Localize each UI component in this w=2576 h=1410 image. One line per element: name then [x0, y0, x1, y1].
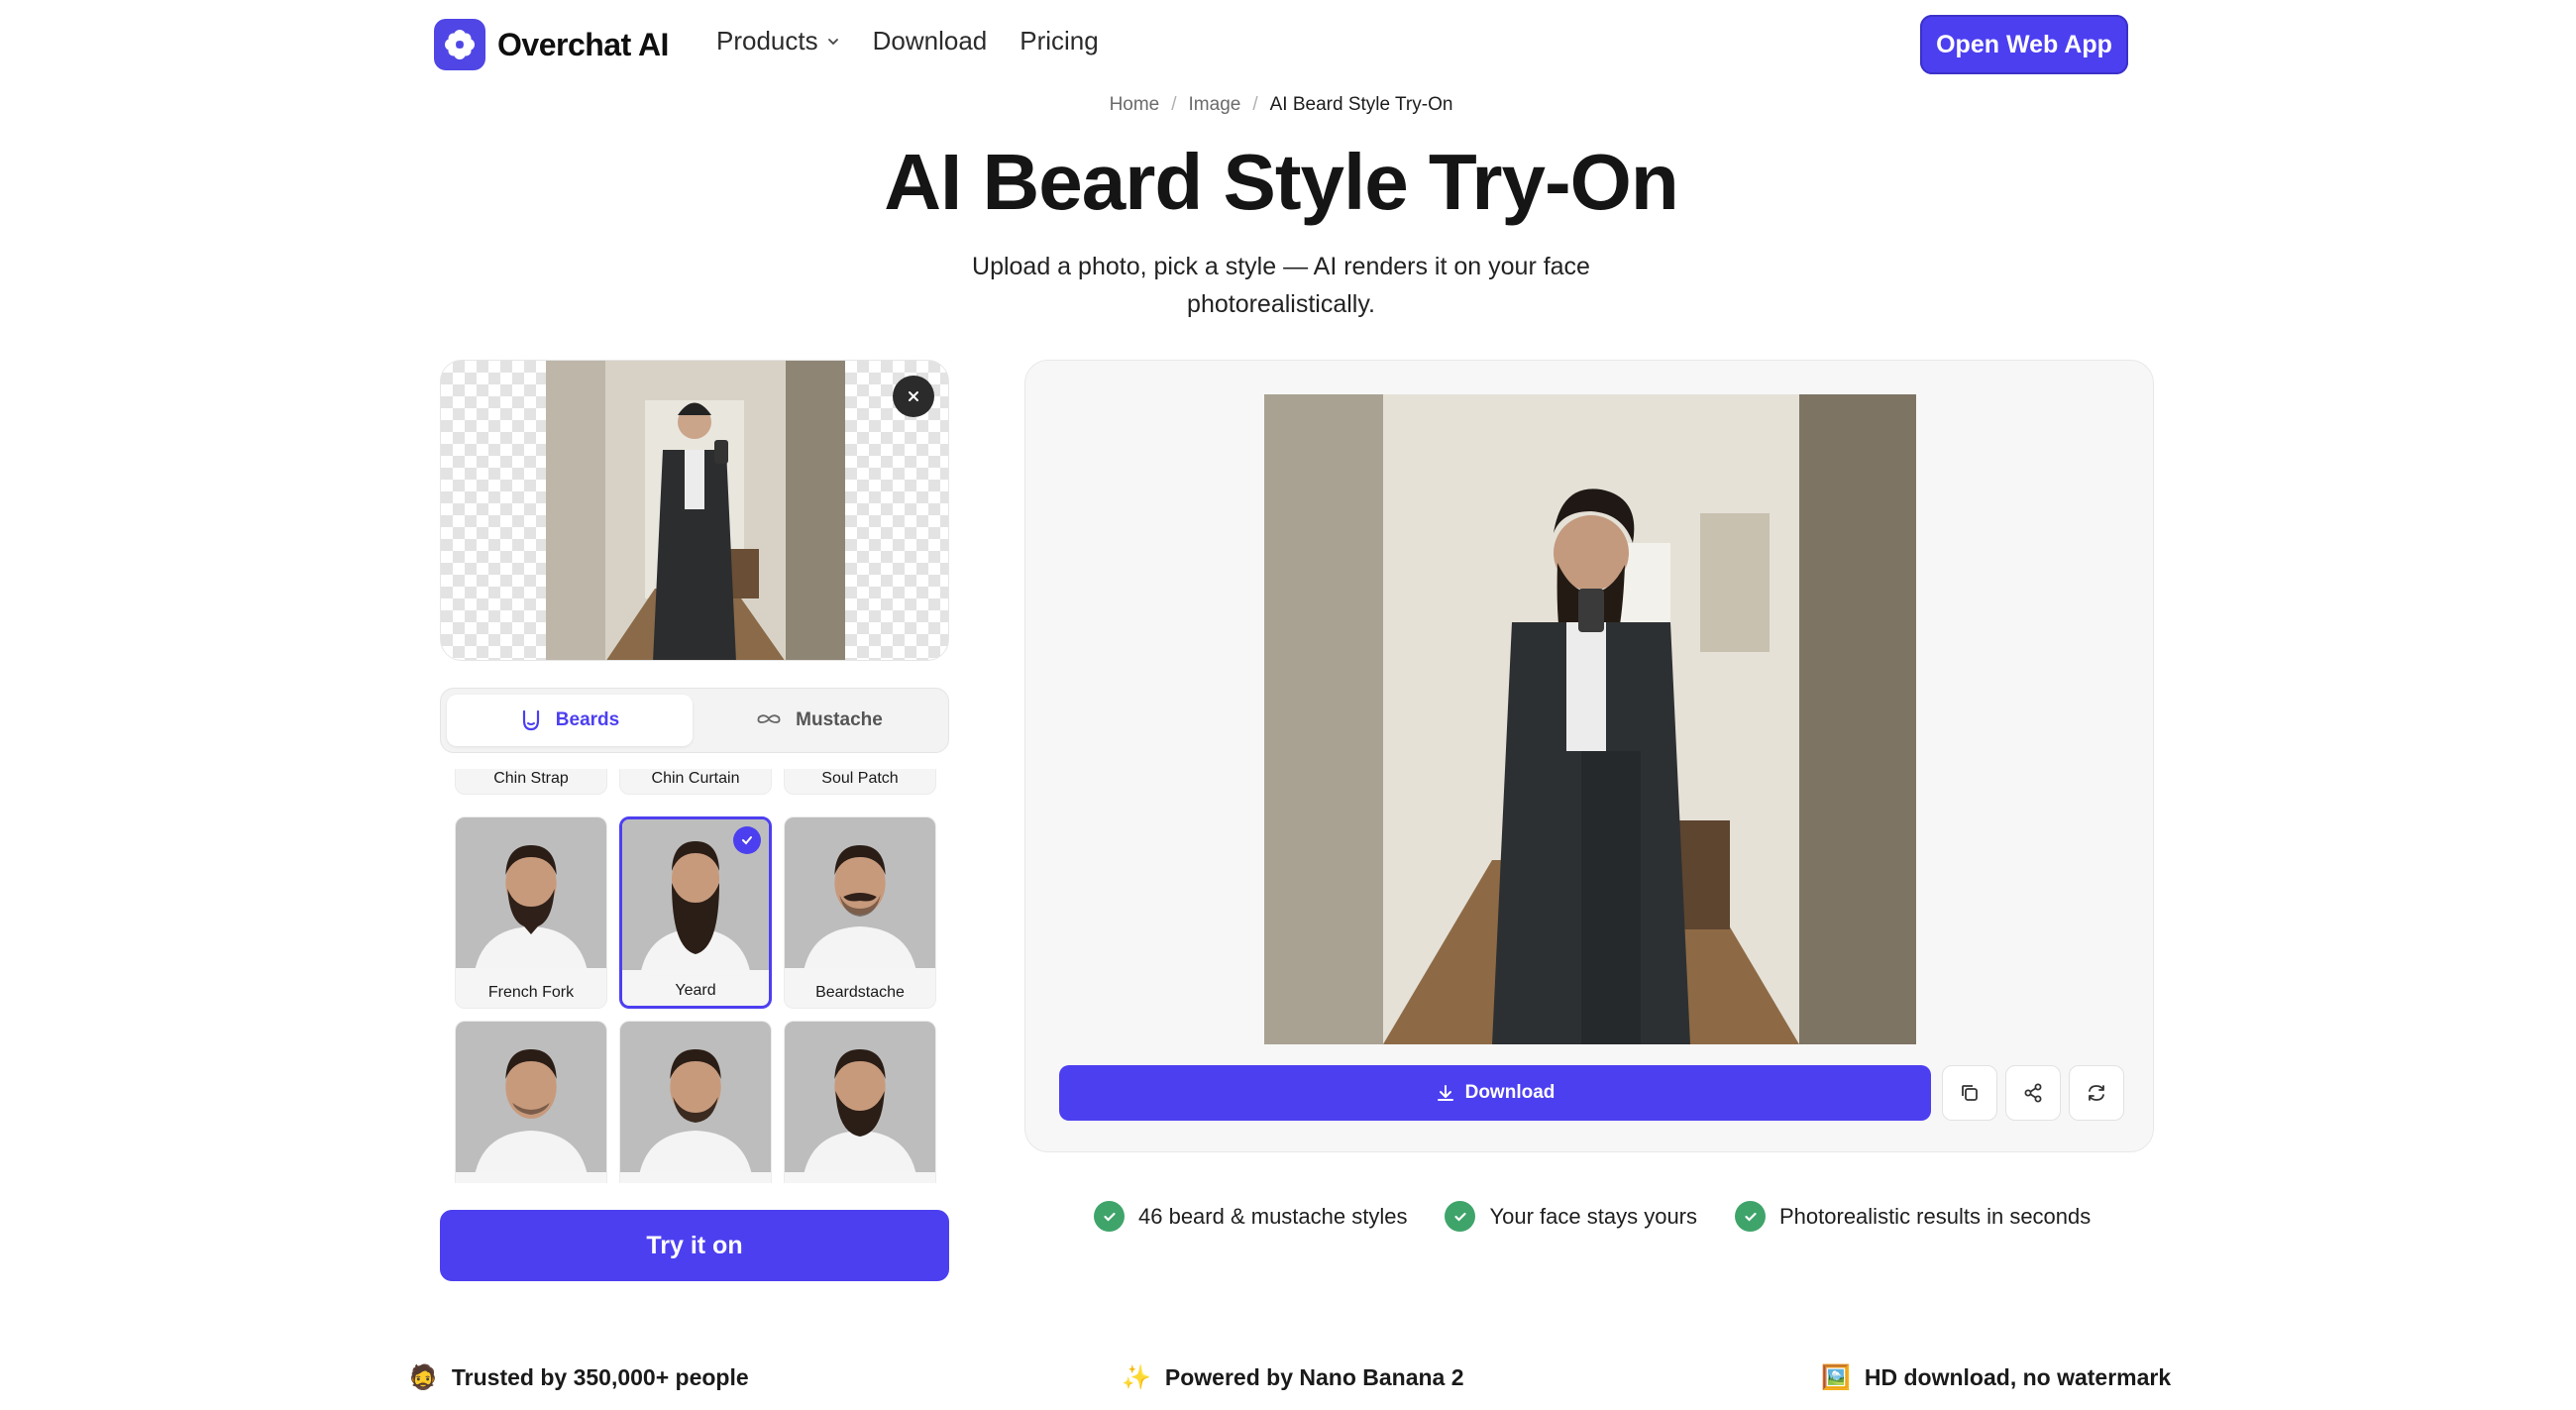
mustache-icon [757, 714, 781, 723]
feature-item: Photorealistic results in seconds [1735, 1201, 2091, 1232]
trust-text: Powered by Nano Banana 2 [1164, 1364, 1464, 1390]
check-circle-icon [1445, 1201, 1476, 1232]
top-nav: Overchat AI Products Download Pricing Op… [0, 0, 2576, 89]
breadcrumb-home[interactable]: Home [1110, 94, 1160, 115]
style-thumbnail [456, 1022, 606, 1172]
download-icon [1437, 1085, 1453, 1101]
trust-text: Trusted by 350,000+ people [451, 1364, 749, 1390]
style-card[interactable] [455, 1021, 607, 1183]
nav-products[interactable]: Products [716, 26, 840, 56]
feature-text: 46 beard & mustache styles [1138, 1203, 1408, 1229]
feature-text: Your face stays yours [1489, 1203, 1697, 1229]
feature-list: 46 beard & mustache styles Your face sta… [1094, 1201, 2128, 1232]
tab-beards-label: Beards [555, 709, 620, 730]
style-label: Chin Strap [493, 770, 569, 787]
selected-check-icon [733, 826, 761, 854]
style-card-beardstache[interactable]: Beardstache [784, 816, 936, 1009]
download-label: Download [1464, 1082, 1556, 1103]
tab-mustache[interactable]: Mustache [697, 695, 942, 746]
style-thumbnail [785, 817, 935, 968]
style-card-chin-strap[interactable]: Chin Strap [455, 769, 607, 795]
feature-item: Your face stays yours [1445, 1201, 1697, 1232]
style-card[interactable] [784, 1021, 936, 1183]
uploaded-photo [546, 361, 845, 660]
style-card[interactable] [619, 1021, 772, 1183]
style-label: Yeard [675, 982, 716, 999]
beard-icon [522, 709, 539, 731]
style-card-yeard[interactable]: Yeard [619, 816, 772, 1009]
try-it-on-button[interactable]: Try it on [440, 1210, 949, 1281]
uploaded-photo-preview[interactable] [440, 360, 949, 661]
trust-text: HD download, no watermark [1864, 1364, 2172, 1390]
breadcrumb: Home / Image / AI Beard Style Try-On [1109, 94, 1453, 115]
sparkles-icon: ✨ [1122, 1364, 1151, 1391]
nav-download[interactable]: Download [873, 26, 988, 56]
style-thumbnail [785, 1022, 935, 1172]
tab-mustache-label: Mustache [796, 709, 883, 730]
trust-item-users: 🧔 Trusted by 350,000+ people [408, 1363, 749, 1392]
style-category-tabs: Beards Mustache [440, 688, 949, 753]
remove-photo-button[interactable] [893, 376, 934, 417]
picture-icon: 🖼️ [1821, 1364, 1851, 1391]
result-panel: Download [1024, 360, 2154, 1152]
style-thumbnail [456, 817, 606, 968]
style-card-soul-patch[interactable]: Soul Patch [784, 769, 936, 795]
trust-item-powered: ✨ Powered by Nano Banana 2 [1122, 1363, 1464, 1392]
refresh-icon [2089, 1085, 2104, 1101]
bearded-person-icon: 🧔 [408, 1364, 438, 1391]
nav-products-label: Products [716, 26, 818, 55]
nav-links: Products Download Pricing [716, 26, 1131, 56]
style-label: Soul Patch [821, 770, 899, 787]
copy-icon [1962, 1085, 1978, 1101]
chevron-down-icon [827, 38, 838, 45]
style-thumbnail [620, 1022, 771, 1172]
page-title: AI Beard Style Try-On [884, 138, 1678, 226]
check-circle-icon [1094, 1201, 1125, 1232]
regenerate-button[interactable] [2069, 1065, 2124, 1121]
style-label: French Fork [487, 984, 575, 1001]
brand-logo[interactable]: Overchat AI [434, 19, 669, 70]
open-web-app-button[interactable]: Open Web App [1920, 15, 2128, 74]
tab-beards[interactable]: Beards [447, 695, 693, 746]
breadcrumb-current: AI Beard Style Try-On [1269, 94, 1453, 115]
style-label: Beardstache [815, 984, 905, 1001]
style-card-french-fork[interactable]: French Fork [455, 816, 607, 1009]
page-subtitle: Upload a photo, pick a style — AI render… [972, 253, 1590, 318]
check-circle-icon [1735, 1201, 1766, 1232]
nav-pricing[interactable]: Pricing [1020, 26, 1098, 56]
beard-style-grid: Chin Strap Chin Curtain Soul Patch Frenc… [440, 769, 949, 1183]
download-button[interactable]: Download [1059, 1065, 1931, 1121]
trust-item-hd: 🖼️ HD download, no watermark [1821, 1363, 2171, 1392]
feature-text: Photorealistic results in seconds [1779, 1203, 2092, 1229]
share-button[interactable] [2005, 1065, 2061, 1121]
feature-item: 46 beard & mustache styles [1094, 1201, 1407, 1232]
style-card-chin-curtain[interactable]: Chin Curtain [619, 769, 772, 795]
brand-name: Overchat AI [497, 26, 669, 62]
copy-button[interactable] [1942, 1065, 1997, 1121]
style-label: Chin Curtain [651, 770, 740, 787]
breadcrumb-image[interactable]: Image [1189, 94, 1241, 115]
close-icon [909, 391, 918, 401]
overchat-logo-icon [434, 19, 485, 70]
result-photo [1264, 394, 1916, 1044]
share-icon [2024, 1083, 2042, 1103]
